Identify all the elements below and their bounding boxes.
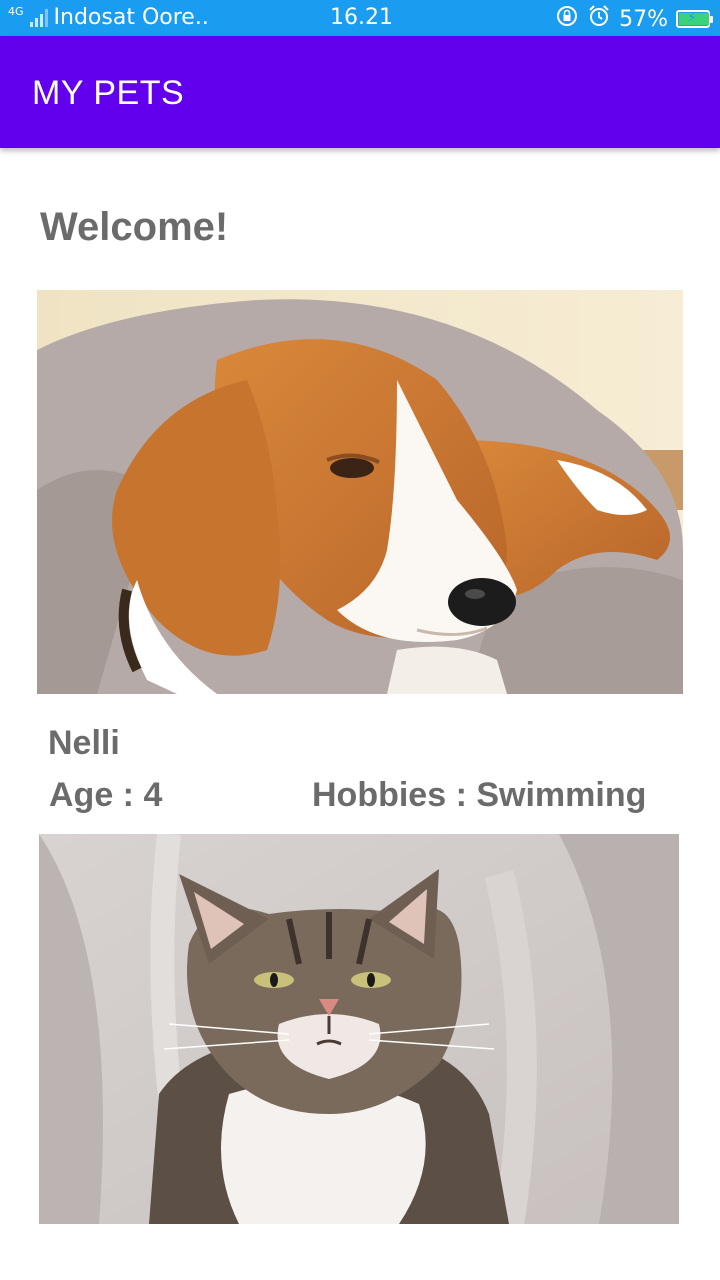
battery-percent: 57% xyxy=(619,6,668,32)
pet-name: Nelli xyxy=(48,724,120,762)
battery-charging-icon: ⚡ xyxy=(676,10,713,28)
carrier-name: Indosat Oore.. xyxy=(53,5,209,30)
beagle-dog-photo xyxy=(37,290,683,694)
alarm-icon xyxy=(587,4,611,34)
lock-rotation-icon xyxy=(555,4,579,34)
app-bar: MY PETS xyxy=(0,36,720,148)
network-type: 4G xyxy=(8,5,24,18)
status-time: 16.21 xyxy=(330,5,393,30)
welcome-heading: Welcome! xyxy=(40,205,229,249)
status-right: 57% ⚡ xyxy=(555,4,713,34)
pet-age: Age : 4 xyxy=(49,776,163,814)
status-left: 4G Indosat Oore.. xyxy=(8,5,209,30)
app-title: MY PETS xyxy=(32,74,185,112)
signal-icon xyxy=(29,8,48,27)
status-bar: 4G Indosat Oore.. 16.21 57% ⚡ xyxy=(0,0,720,36)
pet-hobbies: Hobbies : Swimming xyxy=(312,776,647,814)
tabby-cat-photo xyxy=(39,834,679,1224)
